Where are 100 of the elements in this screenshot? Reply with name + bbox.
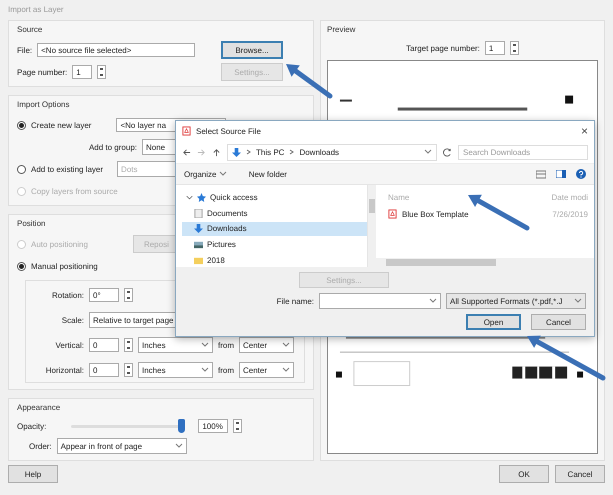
group-title: Import Options — [17, 100, 70, 109]
label: from — [218, 340, 234, 350]
input-field[interactable]: 0 — [89, 338, 119, 352]
up-arrow-icon — [212, 148, 221, 156]
dropdown[interactable]: Center — [239, 337, 294, 353]
label: Target page number: — [406, 44, 480, 52]
help-icon — [576, 169, 586, 179]
image-icon — [194, 240, 203, 250]
input-field[interactable]: 0 — [89, 363, 119, 377]
address-bar[interactable]: This PC Downloads — [227, 144, 437, 160]
dropdown-value: Dots — [121, 164, 138, 174]
input-field[interactable] — [319, 293, 441, 309]
button[interactable]: OK — [499, 465, 549, 483]
input-field[interactable]: 1 — [484, 41, 505, 55]
button[interactable]: Open — [466, 314, 521, 330]
spin-button[interactable] — [124, 338, 133, 352]
dropdown-value: All Supported Formats (*.pdf,*.J — [450, 296, 562, 306]
tree-item[interactable]: Quick access — [182, 191, 367, 205]
radio-button[interactable] — [17, 262, 26, 270]
label: Quick access — [210, 193, 258, 202]
label: Page number: — [17, 68, 68, 76]
radio-label: Add to existing layer — [31, 164, 104, 174]
dropdown-value: Inches — [142, 366, 166, 374]
search-field[interactable]: Search Downloads — [458, 144, 588, 160]
forward-arrow-icon — [197, 148, 206, 156]
breadcrumb: This PC — [256, 148, 284, 156]
label: Order: — [29, 442, 52, 450]
close-button[interactable]: × — [580, 124, 588, 138]
spin-button[interactable] — [510, 41, 519, 55]
star-icon — [197, 193, 206, 202]
label: Downloads — [207, 224, 247, 234]
label: Pictures — [207, 240, 236, 250]
pdf-file-icon — [388, 209, 397, 219]
spin-button[interactable] — [124, 363, 133, 377]
tree-item[interactable]: Downloads — [182, 222, 367, 236]
dropdown[interactable]: Inches — [138, 337, 213, 353]
scrollbar-thumb[interactable] — [369, 199, 375, 213]
dropdown-value: Inches — [142, 340, 166, 350]
caret-icon — [201, 342, 209, 348]
document-icon — [194, 208, 203, 218]
radio-button[interactable] — [17, 164, 26, 174]
dropdown[interactable]: Center — [239, 362, 294, 378]
tree-item[interactable]: 2018 — [182, 253, 367, 267]
label: from — [218, 366, 234, 374]
folder-icon — [194, 256, 203, 265]
arrow — [286, 64, 332, 98]
label: Horizontal: — [44, 366, 84, 374]
caret-icon — [282, 342, 290, 348]
radio-button[interactable] — [17, 120, 26, 130]
radio-label: Manual positioning — [31, 262, 98, 270]
tree-item[interactable]: Documents — [182, 206, 367, 220]
input-field[interactable]: <No source file selected> — [37, 43, 196, 57]
label: Rotation: — [50, 290, 84, 300]
caret-icon — [174, 443, 183, 449]
dropdown[interactable]: Inches — [138, 362, 213, 378]
spin-button[interactable] — [97, 65, 106, 79]
label: File name: — [276, 296, 314, 306]
button[interactable]: Cancel — [531, 314, 586, 330]
button[interactable]: Cancel — [555, 465, 605, 483]
toolbar-button[interactable]: New folder — [248, 170, 287, 178]
caret-icon — [218, 170, 227, 176]
download-icon — [232, 148, 241, 156]
caret-icon — [424, 149, 432, 155]
tree-item[interactable]: Pictures — [182, 238, 367, 252]
dropdown-value: Center — [243, 366, 268, 374]
dropdown-value: Appear in front of page — [60, 442, 142, 450]
caret-icon — [574, 298, 582, 304]
label: Documents — [207, 208, 248, 218]
input-field[interactable]: 0° — [89, 288, 119, 302]
file-date: 7/26/2019 — [552, 210, 588, 218]
chevron-icon — [246, 149, 251, 155]
dropdown-value: Relative to target page — [93, 316, 174, 324]
caret-icon — [429, 298, 437, 304]
dropdown-value: Center — [243, 340, 268, 350]
file-name: Blue Box Template — [402, 210, 469, 218]
label: Add to group: — [88, 142, 137, 152]
toolbar-button[interactable]: Organize — [184, 170, 227, 178]
chevron-icon — [289, 149, 294, 155]
label: File: — [17, 46, 32, 54]
scrollbar-thumb[interactable] — [386, 259, 496, 266]
pdf-file-icon — [182, 126, 191, 136]
spin-button[interactable] — [233, 419, 242, 433]
radio-label: Copy layers from source — [31, 186, 118, 196]
button[interactable]: Help — [8, 465, 58, 483]
preview-pane-icon — [556, 170, 566, 178]
dropdown[interactable]: Appear in front of page — [56, 438, 187, 454]
slider-thumb[interactable] — [178, 418, 186, 432]
column-header: Date modi — [552, 192, 588, 202]
group-title: Appearance — [17, 403, 60, 412]
breadcrumb: Downloads — [299, 148, 340, 156]
label: Opacity: — [17, 422, 46, 430]
group-title: Source — [17, 25, 42, 34]
dropdown[interactable]: All Supported Formats (*.pdf,*.J — [446, 293, 586, 309]
radio-label: Create new layer — [31, 120, 92, 130]
button[interactable]: Browse... — [221, 41, 283, 59]
window-title: Import as Layer — [7, 4, 65, 16]
input-field[interactable]: 1 — [72, 65, 92, 79]
spin-button[interactable] — [124, 288, 133, 302]
input-field[interactable]: 100% — [198, 419, 228, 433]
view-icon — [536, 170, 546, 178]
